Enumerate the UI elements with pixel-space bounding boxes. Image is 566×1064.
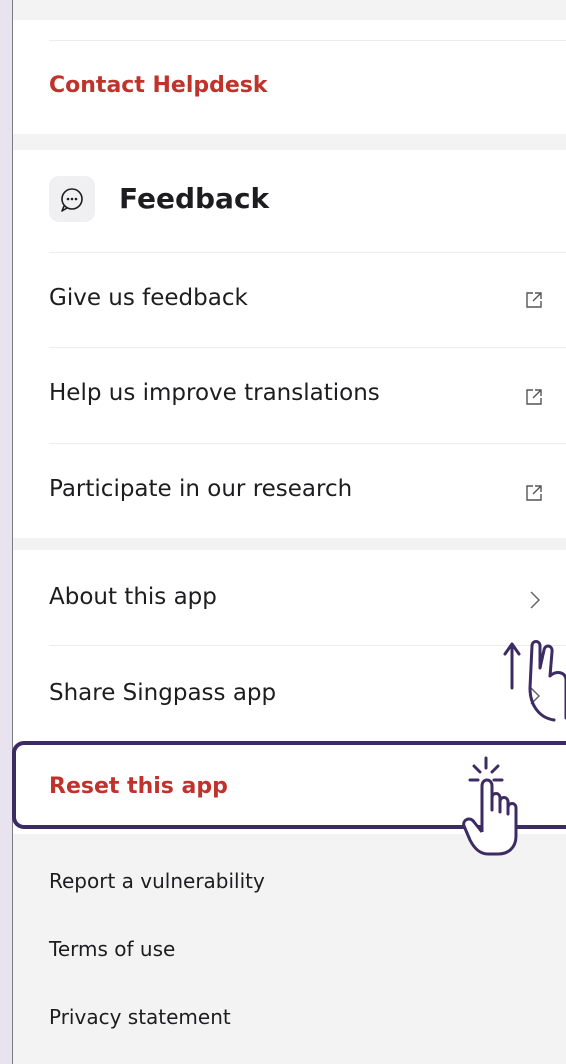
improve-translations-item[interactable]: Help us improve translations [13, 348, 566, 442]
external-link-icon [526, 485, 542, 501]
external-link-icon [526, 292, 542, 308]
report-vulnerability-label: Report a vulnerability [49, 869, 265, 893]
improve-translations-label: Help us improve translations [49, 380, 380, 406]
swipe-up-hand-icon [503, 640, 566, 722]
participate-research-item[interactable]: Participate in our research [13, 444, 566, 538]
chat-bubble-icon [49, 176, 95, 222]
contact-helpdesk-label: Contact Helpdesk [49, 73, 268, 98]
share-app-item[interactable]: Share Singpass app [13, 646, 566, 741]
participate-research-label: Participate in our research [49, 476, 353, 502]
give-feedback-item[interactable]: Give us feedback [13, 253, 566, 347]
privacy-statement-link[interactable]: Privacy statement [13, 988, 566, 1044]
report-vulnerability-link[interactable]: Report a vulnerability [13, 852, 566, 908]
share-app-label: Share Singpass app [49, 680, 277, 706]
tap-hand-icon [462, 756, 518, 856]
chevron-right-icon [530, 591, 541, 609]
feedback-section-title: Feedback [119, 182, 270, 215]
terms-of-use-label: Terms of use [49, 937, 176, 961]
external-link-icon [526, 389, 542, 405]
about-app-item[interactable]: About this app [13, 550, 566, 645]
helpdesk-card: Contact Helpdesk [13, 20, 566, 134]
about-app-label: About this app [49, 584, 217, 610]
contact-helpdesk-link[interactable]: Contact Helpdesk [13, 41, 566, 134]
terms-of-use-link[interactable]: Terms of use [13, 920, 566, 976]
privacy-statement-label: Privacy statement [49, 1005, 231, 1029]
settings-screen: Contact Helpdesk Feedback Give us feedba… [12, 0, 566, 1064]
give-feedback-label: Give us feedback [49, 285, 248, 311]
